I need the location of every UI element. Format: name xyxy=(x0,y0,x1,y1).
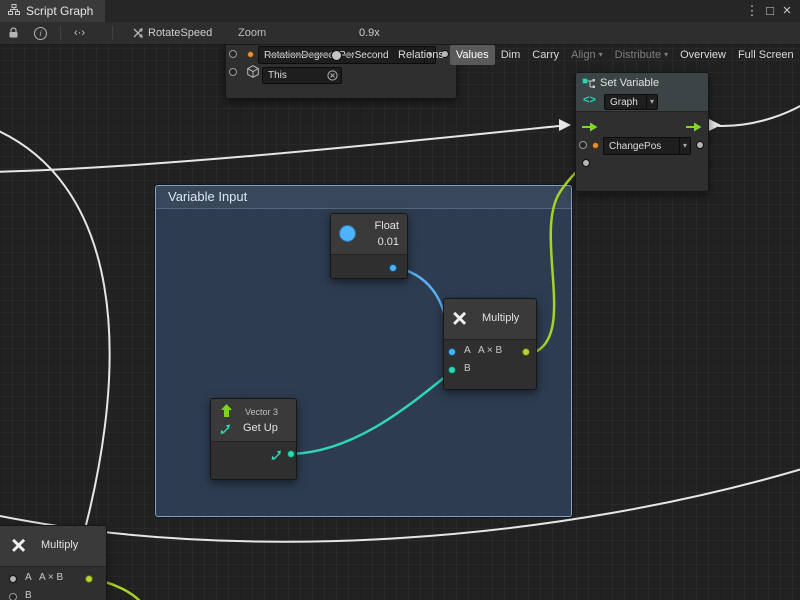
node-header[interactable]: × Multiply xyxy=(444,299,536,340)
port-a-times-b[interactable] xyxy=(522,348,530,356)
unity-script-graph-window: Variable Input RotationDegreesPerSecond … xyxy=(0,0,800,600)
zoom-label: Zoom xyxy=(238,22,266,44)
input-port[interactable] xyxy=(579,141,587,149)
toolbar-buttons: Relations Values Dim Carry Align ▾ Distr… xyxy=(392,44,800,66)
port-b-label: B xyxy=(464,363,471,374)
float-output-port[interactable] xyxy=(389,264,397,272)
node-multiply[interactable]: × Multiply A A × B B xyxy=(443,298,537,390)
flow-arrowhead-in xyxy=(559,119,571,131)
info-icon[interactable]: i xyxy=(34,22,47,44)
float-icon xyxy=(339,225,356,242)
graph-canvas[interactable]: Variable Input RotationDegreesPerSecond … xyxy=(0,0,800,600)
carry-button[interactable]: Carry xyxy=(526,45,565,65)
float-value[interactable]: 0.01 xyxy=(378,236,399,248)
node-float[interactable]: Float 0.01 xyxy=(330,213,408,279)
up-arrow-icon xyxy=(220,404,233,423)
maximize-icon[interactable]: □ xyxy=(762,0,778,22)
group-header[interactable]: Variable Input xyxy=(156,186,571,209)
wire-white-flow-out xyxy=(718,99,800,126)
input-port[interactable] xyxy=(229,50,237,58)
node-header[interactable]: Vector 3 Get Up xyxy=(211,399,296,442)
diagonal-arrows-icon xyxy=(220,423,232,441)
port-ab-label: A × B xyxy=(39,572,63,583)
input-port[interactable] xyxy=(229,68,237,76)
graph-toolbar: i ‹·› RotateSpeed Zoom 0.9x Relations Va… xyxy=(0,22,800,45)
chevron-down-icon: ▾ xyxy=(664,51,668,59)
node-title: Multiply xyxy=(41,539,78,551)
scope-dropdown[interactable]: Graph ▾ xyxy=(604,94,658,110)
dim-button[interactable]: Dim xyxy=(495,45,527,65)
node-header[interactable]: Float 0.01 xyxy=(331,214,407,255)
group-title: Variable Input xyxy=(168,189,247,204)
value-output-port[interactable] xyxy=(582,159,590,167)
diagonal-arrows-icon xyxy=(271,449,283,467)
port-a[interactable] xyxy=(9,575,17,583)
target-value: This xyxy=(263,68,324,83)
node-header[interactable]: Set Variable <> Graph ▾ xyxy=(576,73,708,112)
close-icon[interactable]: × xyxy=(779,0,795,22)
zoom-slider-handle[interactable] xyxy=(331,50,342,61)
node-get-up[interactable]: Vector 3 Get Up xyxy=(210,398,297,480)
port-a-times-b[interactable] xyxy=(85,575,93,583)
node-title: Float xyxy=(375,220,399,232)
code-brackets-icon: <> xyxy=(583,94,596,106)
graph-name-label: RotateSpeed xyxy=(148,22,212,44)
multiply-icon: × xyxy=(452,305,467,331)
node-type-label: Vector 3 xyxy=(245,407,278,417)
output-port[interactable] xyxy=(696,141,704,149)
graph-tab-icon xyxy=(8,4,20,18)
toolbar-divider xyxy=(112,26,113,40)
node-title: Get Up xyxy=(243,422,278,434)
node-title: Set Variable xyxy=(600,77,659,89)
relations-button[interactable]: Relations xyxy=(392,45,450,65)
port-a[interactable] xyxy=(448,348,456,356)
port-ab-label: A × B xyxy=(478,345,502,356)
lock-icon[interactable] xyxy=(8,22,19,44)
variable-name-dot xyxy=(247,51,254,58)
chevron-down-icon: ▾ xyxy=(646,95,657,109)
inspect-code-icon[interactable]: ‹·› xyxy=(74,22,85,44)
overview-button[interactable]: Overview xyxy=(674,45,732,65)
port-b[interactable] xyxy=(9,593,17,600)
graph-kind-icon xyxy=(132,22,144,44)
cube-icon xyxy=(247,65,259,83)
port-a-label: A xyxy=(25,572,32,583)
variable-name-dropdown[interactable]: ChangePos ▾ xyxy=(603,137,691,155)
port-a-label: A xyxy=(464,345,471,356)
distribute-button: Distribute ▾ xyxy=(609,45,674,65)
toolbar-divider xyxy=(60,26,61,40)
fullscreen-button[interactable]: Full Screen xyxy=(732,45,800,65)
tab-title: Script Graph xyxy=(26,4,93,18)
node-header[interactable]: × Multiply xyxy=(0,526,106,567)
vector-output-port[interactable] xyxy=(287,450,295,458)
clear-target-icon[interactable] xyxy=(324,68,341,83)
variable-name-value: ChangePos xyxy=(604,138,679,154)
set-variable-icon xyxy=(582,77,595,95)
zoom-value: 0.9x xyxy=(359,22,380,44)
flow-in-arrow-icon[interactable] xyxy=(582,119,598,137)
tab-script-graph[interactable]: Script Graph xyxy=(0,0,105,22)
flow-out-arrow-icon[interactable] xyxy=(686,119,702,137)
chevron-down-icon: ▾ xyxy=(599,51,603,59)
scope-value: Graph xyxy=(605,95,646,109)
values-button[interactable]: Values xyxy=(450,45,495,65)
window-menu-icon[interactable]: ⋮ xyxy=(744,0,760,22)
chevron-down-icon: ▾ xyxy=(679,138,690,154)
align-button: Align ▾ xyxy=(565,45,608,65)
variable-name-dot xyxy=(592,142,599,149)
window-titlebar: Script Graph ⋮ □ × xyxy=(0,0,800,23)
port-b-label: B xyxy=(25,590,32,600)
wire-white-flow-in xyxy=(0,126,559,172)
node-title: Multiply xyxy=(482,312,519,324)
node-multiply-2[interactable]: × Multiply A A × B B xyxy=(0,525,107,600)
multiply-icon: × xyxy=(11,532,26,558)
port-b[interactable] xyxy=(448,366,456,374)
target-field[interactable]: This xyxy=(262,67,342,84)
node-set-variable[interactable]: Set Variable <> Graph ▾ ChangePos ▾ xyxy=(575,72,709,192)
flow-arrowhead-out xyxy=(709,119,721,131)
